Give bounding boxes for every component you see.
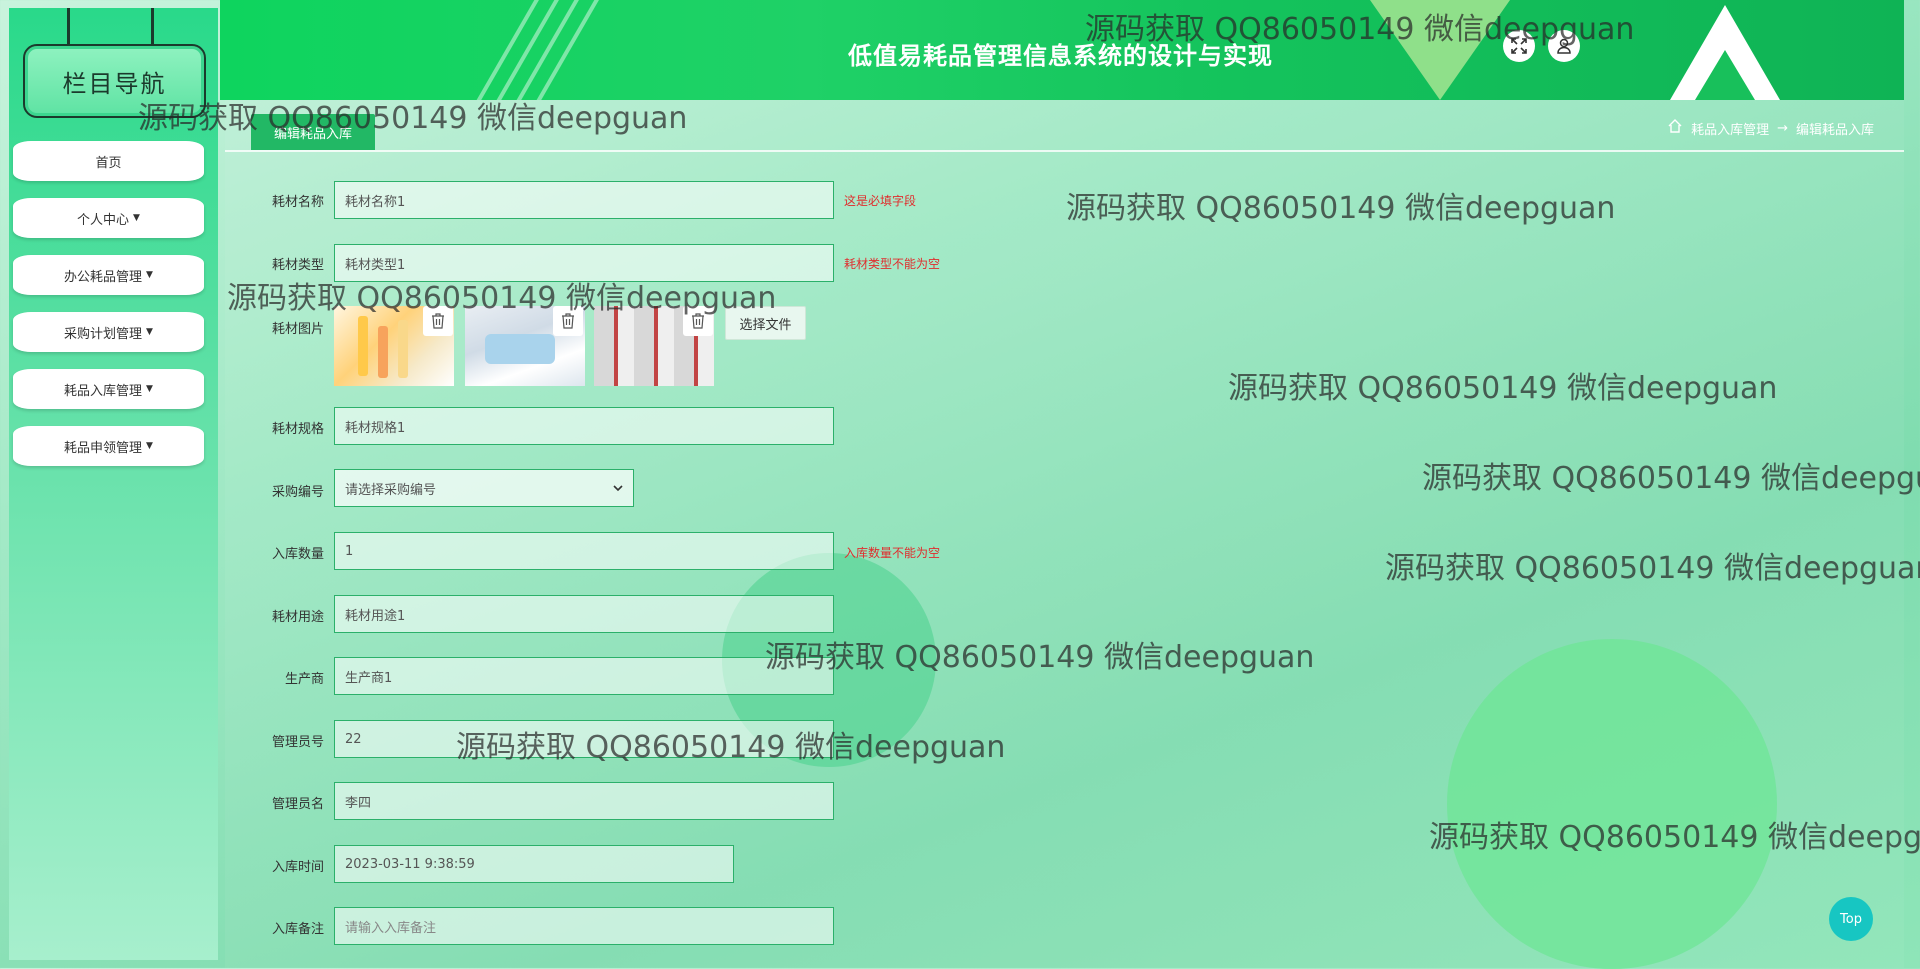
caret-down-icon: ▼ [146, 384, 153, 394]
name-input[interactable]: 耗材名称1 [334, 181, 834, 219]
type-label: 耗材类型 [271, 258, 324, 273]
spec-label: 耗材规格 [271, 422, 324, 437]
header-decor-stripe [500, 0, 584, 100]
breadcrumb: 耗品入库管理 → 编辑耗品入库 [1667, 118, 1874, 138]
sidebar-item-label: 首页 [95, 155, 122, 171]
breadcrumb-current: 编辑耗品入库 [1795, 122, 1874, 138]
header-decor-stripe [460, 0, 544, 100]
admin-name-input[interactable]: 李四 [334, 782, 834, 820]
sidebar-item-home[interactable]: 首页 [13, 141, 204, 181]
caret-down-icon: ▼ [133, 213, 140, 223]
tab-bar [225, 150, 1904, 152]
sidebar-item-label: 耗品入库管理 [64, 383, 143, 399]
qty-error: 入库数量不能为空 [844, 546, 941, 560]
sidebar: 栏目导航 首页 个人中心 ▼ 办公耗品管理 ▼ 采购计划管理 ▼ 耗品入库管理 ▼ 耗品… [9, 8, 218, 960]
watermark: 源码获取 QQ86050149 微信deepguan [1385, 551, 1920, 586]
caret-down-icon: ▼ [146, 270, 153, 280]
caret-down-icon: ▼ [146, 327, 153, 337]
name-error: 这是必填字段 [844, 194, 917, 208]
sidebar-item-label: 个人中心 [77, 212, 130, 228]
purchase-label: 采购编号 [271, 485, 324, 500]
name-label: 耗材名称 [271, 195, 324, 210]
sidebar-item-label: 耗品申领管理 [64, 440, 143, 456]
admin-name-label: 管理员名 [271, 797, 324, 812]
back-to-top-button[interactable]: Top [1829, 897, 1873, 941]
purchase-select[interactable]: 请选择采购编号 [334, 469, 634, 507]
type-error: 耗材类型不能为空 [844, 257, 941, 271]
maker-label: 生产商 [284, 672, 324, 687]
decor [398, 320, 408, 378]
remark-input[interactable]: 请输入入库备注 [334, 907, 834, 945]
sidebar-item-purchase-plan[interactable]: 采购计划管理 ▼ [13, 312, 204, 352]
watermark: 源码获取 QQ86050149 微信deepguan [1422, 461, 1920, 496]
sidebar-item-personal-center[interactable]: 个人中心 ▼ [13, 198, 204, 238]
qty-input[interactable]: 1 [334, 532, 834, 570]
watermark: 源码获取 QQ86050149 微信deepguan [765, 640, 1315, 675]
sidebar-item-stock-in[interactable]: 耗品入库管理 ▼ [13, 369, 204, 409]
breadcrumb-parent[interactable]: 耗品入库管理 [1691, 119, 1769, 138]
watermark: 源码获取 QQ86050149 微信deepguan [1085, 12, 1635, 47]
chevron-down-icon [613, 481, 623, 496]
decor [485, 334, 555, 364]
header-decor-stripe [480, 0, 564, 100]
qty-label: 入库数量 [271, 547, 324, 562]
sign-rope [151, 8, 154, 48]
purchase-select-value: 请选择采购编号 [345, 482, 437, 498]
watermark: 源码获取 QQ86050149 微信deepguan [1429, 820, 1920, 855]
home-icon[interactable] [1667, 118, 1683, 138]
breadcrumb-separator: → [1777, 120, 1788, 136]
watermark: 源码获取 QQ86050149 微信deepguan [138, 101, 688, 136]
watermark: 源码获取 QQ86050149 微信deepguan [1228, 371, 1778, 406]
sidebar-item-office-supplies[interactable]: 办公耗品管理 ▼ [13, 255, 204, 295]
usage-label: 耗材用途 [271, 610, 324, 625]
caret-down-icon: ▼ [146, 441, 153, 451]
image-label: 耗材图片 [271, 322, 324, 337]
time-label: 入库时间 [271, 860, 324, 875]
admin-no-label: 管理员号 [271, 735, 324, 750]
sidebar-item-requisition[interactable]: 耗品申领管理 ▼ [13, 426, 204, 466]
watermark: 源码获取 QQ86050149 微信deepguan [456, 730, 1006, 765]
watermark: 源码获取 QQ86050149 微信deepguan [227, 281, 777, 316]
spec-input[interactable]: 耗材规格1 [334, 407, 834, 445]
decor [358, 316, 368, 376]
decor [378, 326, 388, 378]
sign-rope [67, 8, 70, 48]
top-header: 低值易耗品管理信息系统的设计与实现 [220, 0, 1904, 100]
maker-input[interactable]: 生产商1 [334, 657, 834, 695]
sidebar-item-label: 办公耗品管理 [64, 269, 143, 285]
usage-input[interactable]: 耗材用途1 [334, 595, 834, 633]
time-input[interactable]: 2023-03-11 9:38:59 [334, 845, 734, 883]
remark-label: 入库备注 [271, 922, 324, 937]
decor-circle [1447, 639, 1777, 969]
watermark: 源码获取 QQ86050149 微信deepguan [1066, 191, 1616, 226]
header-decor-stripe [520, 0, 604, 100]
sidebar-item-label: 采购计划管理 [64, 326, 143, 342]
header-decor-triangle-inner [1695, 50, 1755, 100]
